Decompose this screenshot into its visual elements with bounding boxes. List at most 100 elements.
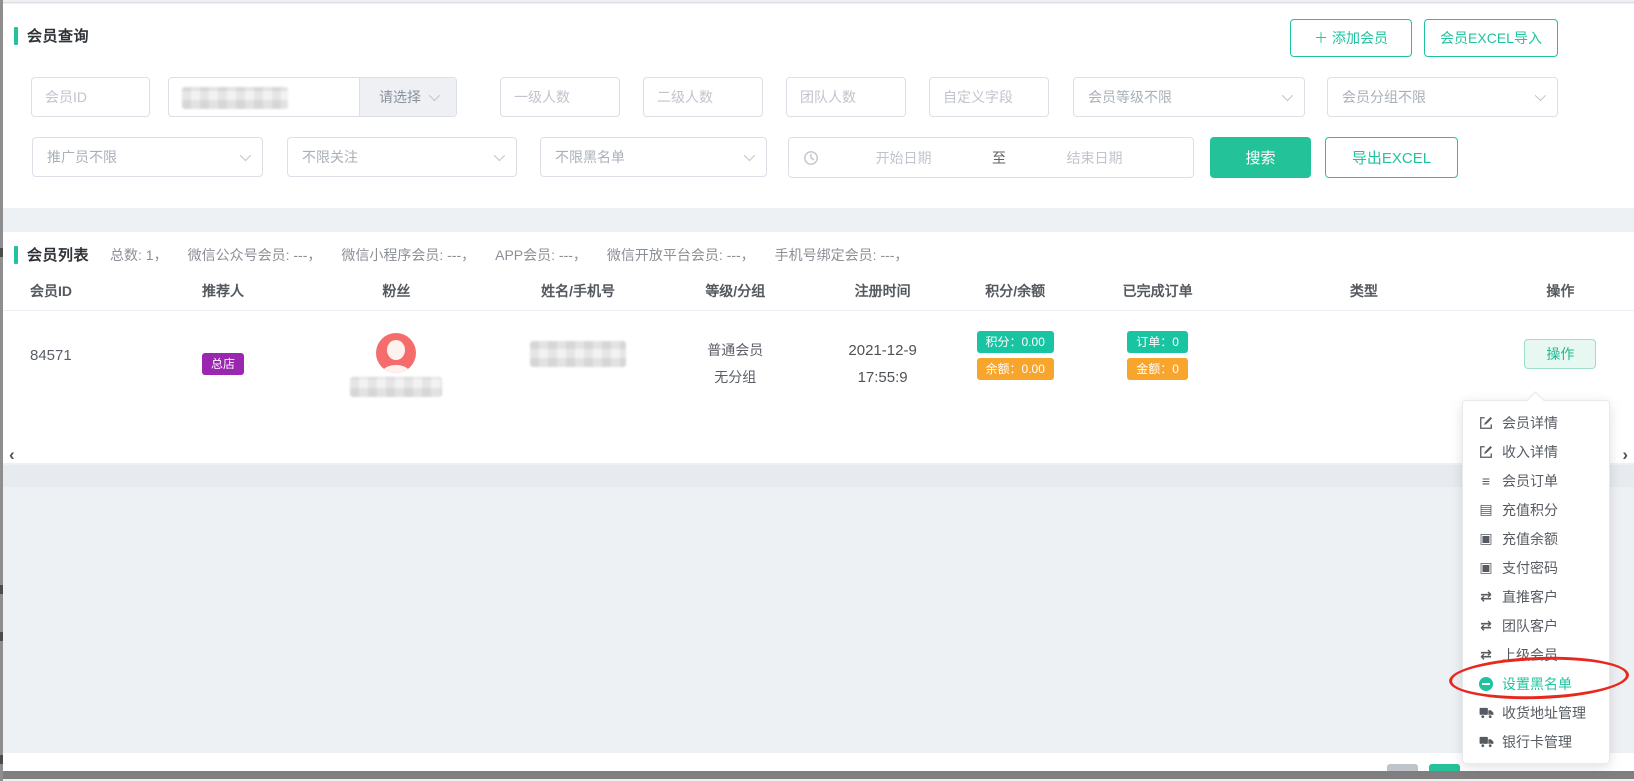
menu-item-bank-cards[interactable]: 银行卡管理 — [1463, 727, 1609, 756]
title-accent-bar — [14, 27, 18, 45]
cell-reg-date: 2021-12-9 — [848, 337, 916, 364]
swap-arrows-icon: ⇄ — [1478, 588, 1494, 605]
promoter-select[interactable]: 推广员不限 — [32, 137, 263, 177]
export-excel-button[interactable]: 导出EXCEL — [1325, 137, 1458, 178]
keyword-input[interactable] — [169, 78, 359, 116]
member-id-input[interactable] — [31, 77, 150, 117]
menu-item-team-customers[interactable]: ⇄ 团队客户 — [1463, 611, 1609, 640]
custom-field-input[interactable] — [929, 77, 1049, 117]
menu-item-set-blacklist[interactable]: 设置黑名单 — [1463, 669, 1609, 698]
chevron-down-icon — [744, 150, 755, 161]
member-list-panel: 会员列表 总数: 1， 微信公众号会员: ---， 微信小程序会员: ---， … — [3, 232, 1634, 463]
search-button[interactable]: 搜索 — [1210, 137, 1311, 178]
menu-item-shipping-address[interactable]: 收货地址管理 — [1463, 698, 1609, 727]
menu-item-direct-customers[interactable]: ⇄ 直推客户 — [1463, 582, 1609, 611]
list-stats: 总数: 1， 微信公众号会员: ---， 微信小程序会员: ---， APP会员… — [110, 245, 908, 265]
add-member-button[interactable]: ＋ 添加会员 — [1290, 19, 1412, 57]
scroll-left-icon[interactable]: ‹ — [9, 444, 15, 466]
list-icon: ≡ — [1478, 473, 1494, 489]
stat-total: 总数: 1， — [110, 245, 168, 265]
points-badge: 积分：0.00 — [977, 331, 1054, 353]
query-title: 会员查询 — [27, 25, 89, 46]
stat-wechat-official: 微信公众号会员: ---， — [188, 245, 322, 265]
balance-badge: 余额：0.00 — [977, 358, 1054, 380]
scroll-right-icon[interactable]: › — [1622, 444, 1628, 466]
pagination-prev-button[interactable] — [1387, 764, 1418, 771]
menu-item-payment-password[interactable]: ▣ 支付密码 — [1463, 553, 1609, 582]
cell-reg-time: 17:55:9 — [858, 364, 908, 391]
end-date-placeholder[interactable]: 结束日期 — [1010, 148, 1179, 168]
col-completed-orders: 已完成订单 — [1074, 274, 1241, 308]
minus-circle-icon — [1478, 677, 1494, 691]
col-member-id: 会员ID — [30, 274, 148, 308]
edit-icon — [1478, 416, 1494, 430]
scroll-band — [3, 465, 1634, 487]
col-actions: 操作 — [1487, 274, 1634, 308]
top-border — [0, 2, 1634, 3]
date-range-picker[interactable]: 开始日期 至 结束日期 — [788, 137, 1194, 178]
stat-wechat-mini: 微信小程序会员: ---， — [341, 245, 475, 265]
cell-level: 普通会员 — [707, 337, 763, 364]
excel-import-button[interactable]: 会员EXCEL导入 — [1424, 19, 1558, 57]
col-level-group: 等级/分组 — [662, 274, 809, 308]
start-date-placeholder[interactable]: 开始日期 — [819, 148, 988, 168]
pagination-page-button[interactable] — [1429, 764, 1460, 771]
table-row: 84571 总店 普通会员 无分组 2021-12-9 17:55:9 积分：0… — [3, 311, 1634, 397]
cell-member-id: 84571 — [30, 311, 148, 364]
coin-icon: ▣ — [1478, 559, 1494, 576]
plus-icon: ＋ — [1314, 28, 1328, 48]
action-dropdown-menu: 会员详情 收入详情 ≡ 会员订单 ▤ 充值积分 ▣ 充值余额 ▣ 支付密码 ⇄ … — [1462, 400, 1610, 764]
level1-count-input[interactable] — [500, 77, 620, 117]
menu-item-upline-member[interactable]: ⇄ 上级会员 — [1463, 640, 1609, 669]
edit-icon — [1478, 445, 1494, 459]
truck-icon — [1478, 736, 1494, 748]
swap-arrows-icon: ⇄ — [1478, 617, 1494, 634]
list-section-title: 会员列表 总数: 1， 微信公众号会员: ---， 微信小程序会员: ---， … — [14, 244, 908, 265]
row-action-button[interactable]: 操作 — [1524, 339, 1596, 369]
query-section-title: 会员查询 — [14, 25, 89, 46]
col-type: 类型 — [1241, 274, 1487, 308]
referrer-badge: 总店 — [202, 353, 244, 375]
keyword-type-select[interactable]: 请选择 — [359, 78, 456, 116]
member-level-select[interactable]: 会员等级不限 — [1073, 77, 1305, 117]
redacted-name-phone — [530, 341, 626, 367]
truck-icon — [1478, 707, 1494, 719]
cell-group: 无分组 — [714, 364, 756, 391]
list-title: 会员列表 — [27, 244, 89, 265]
menu-item-recharge-points[interactable]: ▤ 充值积分 — [1463, 495, 1609, 524]
date-separator: 至 — [988, 148, 1010, 168]
avatar — [376, 333, 416, 373]
menu-item-income-detail[interactable]: 收入详情 — [1463, 437, 1609, 466]
chevron-down-icon — [1535, 90, 1546, 101]
team-count-input[interactable] — [786, 77, 906, 117]
stat-app: APP会员: ---， — [495, 245, 587, 265]
level2-count-input[interactable] — [643, 77, 763, 117]
sidebar-edge — [0, 0, 3, 781]
swap-arrows-icon: ⇄ — [1478, 646, 1494, 663]
member-query-panel: 会员查询 ＋ 添加会员 会员EXCEL导入 请选择 会员等级不限 会员分组不限 … — [3, 4, 1634, 208]
chevron-down-icon — [240, 150, 251, 161]
menu-item-recharge-balance[interactable]: ▣ 充值余额 — [1463, 524, 1609, 553]
redacted-keyword-value — [182, 87, 288, 109]
col-reg-time: 注册时间 — [809, 274, 956, 308]
coin-icon: ▣ — [1478, 530, 1494, 547]
horizontal-scrollbar[interactable] — [0, 771, 1634, 779]
blacklist-select[interactable]: 不限黑名单 — [540, 137, 767, 177]
title-accent-bar — [14, 246, 18, 264]
table-header-row: 会员ID 推荐人 粉丝 姓名/手机号 等级/分组 注册时间 积分/余额 已完成订… — [3, 274, 1634, 308]
chevron-down-icon — [1282, 90, 1293, 101]
chevron-down-icon — [429, 90, 440, 101]
card-icon: ▤ — [1478, 501, 1494, 518]
member-group-select[interactable]: 会员分组不限 — [1327, 77, 1558, 117]
orders-badge: 订单：0 — [1127, 331, 1188, 353]
menu-item-member-detail[interactable]: 会员详情 — [1463, 408, 1609, 437]
clock-icon — [803, 150, 819, 166]
menu-item-member-orders[interactable]: ≡ 会员订单 — [1463, 466, 1609, 495]
keyword-combo-input: 请选择 — [168, 77, 457, 117]
amount-badge: 金额：0 — [1127, 358, 1188, 380]
stat-wechat-open: 微信开放平台会员: ---， — [607, 245, 755, 265]
follow-select[interactable]: 不限关注 — [287, 137, 517, 177]
col-points-balance: 积分/余额 — [956, 274, 1074, 308]
chevron-down-icon — [494, 150, 505, 161]
col-name-phone: 姓名/手机号 — [495, 274, 662, 308]
